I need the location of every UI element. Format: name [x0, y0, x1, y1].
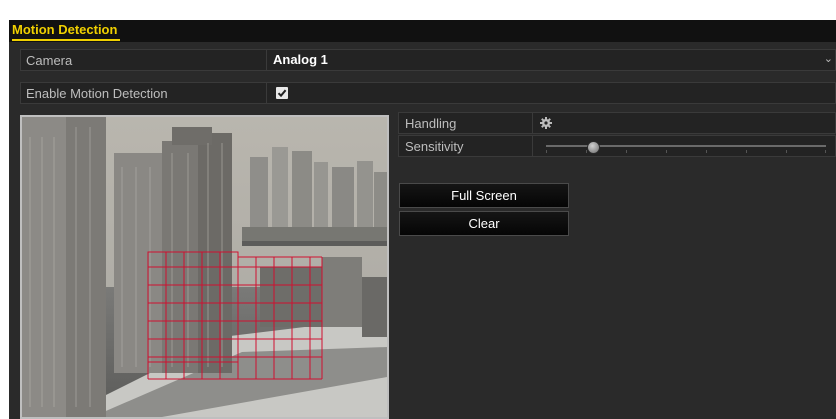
gear-icon[interactable]: [539, 116, 553, 130]
handling-label: Handling: [405, 116, 457, 131]
camera-preview[interactable]: [20, 115, 389, 419]
enable-motion-checkbox[interactable]: [276, 87, 288, 99]
camera-dropdown[interactable]: Analog 1 ⌄: [273, 52, 835, 68]
camera-row: Camera Analog 1 ⌄: [20, 49, 836, 71]
clear-button[interactable]: Clear: [399, 211, 569, 236]
slider-tick: [546, 150, 547, 153]
camera-label: Camera: [26, 53, 73, 68]
checkmark-icon: [277, 89, 287, 98]
enable-motion-row: Enable Motion Detection: [20, 82, 836, 104]
slider-tick: [786, 150, 787, 153]
page-title: Motion Detection: [12, 22, 121, 41]
row-divider: [266, 50, 267, 70]
slider-tick: [746, 150, 747, 153]
motion-detection-panel: Motion Detection Camera Analog 1 ⌄ Enabl…: [9, 20, 836, 419]
camera-selected-value: Analog 1: [273, 52, 328, 67]
handling-row: Handling: [398, 112, 836, 134]
chevron-down-icon: ⌄: [823, 53, 833, 65]
row-divider: [532, 113, 533, 133]
full-screen-button[interactable]: Full Screen: [399, 183, 569, 208]
slider-tick: [666, 150, 667, 153]
row-divider: [266, 83, 267, 103]
slider-tick: [626, 150, 627, 153]
sensitivity-row: Sensitivity: [398, 135, 836, 157]
title-bar: Motion Detection: [9, 20, 836, 42]
slider-tick: [706, 150, 707, 153]
slider-tick: [825, 150, 826, 153]
enable-motion-label: Enable Motion Detection: [26, 86, 168, 101]
sensitivity-label: Sensitivity: [405, 139, 464, 154]
sensitivity-slider-thumb[interactable]: [587, 141, 601, 154]
row-divider: [532, 136, 533, 156]
